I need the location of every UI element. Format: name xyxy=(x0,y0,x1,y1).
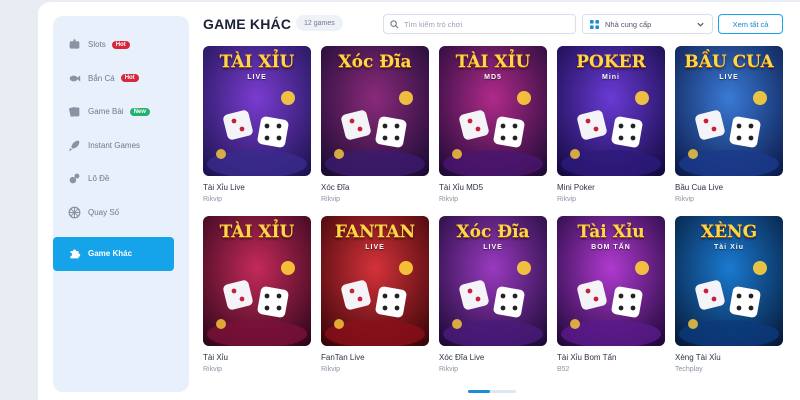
new-badge: New xyxy=(129,107,150,116)
game-logo-subtext: MD5 xyxy=(484,74,502,81)
game-logo-text: TÀI XỈU xyxy=(219,222,295,242)
game-provider: Rikvip xyxy=(203,196,223,203)
game-thumbnail[interactable]: Xóc Đĩa LIVE xyxy=(439,216,547,346)
game-title[interactable]: Tài Xỉu MD5 xyxy=(439,183,547,192)
game-provider: B52 xyxy=(557,366,570,373)
game-title[interactable]: Mini Poker xyxy=(557,183,665,192)
game-logo-subtext: LIVE xyxy=(719,74,739,81)
game-title[interactable]: Tài Xỉu xyxy=(203,353,311,362)
game-provider: Rikvip xyxy=(203,366,223,373)
sidebar-item-label: Game Khác xyxy=(88,249,133,259)
game-thumbnail[interactable]: XÈNG Tài Xỉu xyxy=(675,216,783,346)
sidebar-item-label: Instant Games xyxy=(88,140,141,150)
game-logo-subtext: BOM TẤN xyxy=(591,244,631,251)
game-title[interactable]: Tài Xỉu Live xyxy=(203,183,311,192)
game-count-badge: 12 games xyxy=(296,15,343,31)
category-sidebar: Slots Hot Bắn Cá Hot Game Bài New Instan… xyxy=(53,16,189,392)
slot-machine-icon xyxy=(66,37,82,53)
sidebar-item-game-bai[interactable]: Game Bài New xyxy=(53,95,189,129)
sidebar-item-lo-de[interactable]: Lô Đề xyxy=(53,162,189,196)
game-title[interactable]: Xèng Tài Xỉu xyxy=(675,353,783,362)
search-icon xyxy=(390,19,399,28)
game-title[interactable]: Xóc Đĩa Live xyxy=(439,353,547,362)
game-card[interactable]: BẦU CUA LIVE Bầu Cua Live Rikvip xyxy=(675,46,783,203)
sidebar-item-quay-so[interactable]: Quay Số xyxy=(53,196,189,230)
game-logo-text: BẦU CUA xyxy=(684,52,774,72)
sidebar-item-label: Game Bài xyxy=(88,107,124,117)
puzzle-icon xyxy=(66,246,82,262)
search-input[interactable] xyxy=(404,19,574,29)
game-provider: Rikvip xyxy=(675,196,695,203)
game-provider: Techplay xyxy=(675,366,703,373)
game-card[interactable]: POKER Mini Mini Poker Rikvip xyxy=(557,46,665,203)
game-card[interactable]: TÀI XỈU LIVE Tài Xỉu Live Rikvip xyxy=(203,46,311,203)
sidebar-item-slots[interactable]: Slots Hot xyxy=(53,28,189,62)
game-card[interactable]: TÀI XỈU MD5 Tài Xỉu MD5 Rikvip xyxy=(439,46,547,203)
game-title[interactable]: FanTan Live xyxy=(321,353,429,362)
game-logo-text: TÀI XỈU xyxy=(219,52,295,72)
game-card[interactable]: Xóc Đĩa Xóc Đĩa Rikvip xyxy=(321,46,429,203)
game-logo-text: FANTAN xyxy=(334,222,416,242)
fish-icon xyxy=(66,70,82,86)
game-card[interactable]: FANTAN LIVE FanTan Live Rikvip xyxy=(321,216,429,373)
game-logo-subtext: LIVE xyxy=(247,74,267,81)
wheel-icon xyxy=(66,204,82,220)
game-thumbnail[interactable]: POKER Mini xyxy=(557,46,665,176)
game-card[interactable]: Xóc Đĩa LIVE Xóc Đĩa Live Rikvip xyxy=(439,216,547,373)
game-provider: Rikvip xyxy=(557,196,577,203)
game-logo-text: Xóc Đĩa xyxy=(338,52,412,72)
game-provider: Rikvip xyxy=(439,366,459,373)
game-thumbnail[interactable]: FANTAN LIVE xyxy=(321,216,429,346)
game-title[interactable]: Bầu Cua Live xyxy=(675,183,783,192)
game-logo-subtext: Tài Xỉu xyxy=(714,244,744,251)
game-thumbnail[interactable]: BẦU CUA LIVE xyxy=(675,46,783,176)
game-thumbnail[interactable]: TÀI XỈU xyxy=(203,216,311,346)
game-title[interactable]: Tài Xỉu Bom Tấn xyxy=(557,353,665,362)
game-provider: Rikvip xyxy=(321,196,341,203)
pagination-current xyxy=(468,390,490,393)
sidebar-item-label: Slots xyxy=(88,40,106,50)
game-logo-text: Xóc Đĩa xyxy=(456,222,530,242)
game-thumbnail[interactable]: Xóc Đĩa xyxy=(321,46,429,176)
game-logo-text: XÈNG xyxy=(700,222,758,242)
sidebar-item-label: Bắn Cá xyxy=(88,73,115,83)
game-logo-text: POKER xyxy=(576,52,646,72)
game-provider: Rikvip xyxy=(439,196,459,203)
pagination-indicator[interactable] xyxy=(468,390,516,393)
page-title: GAME KHÁC xyxy=(203,16,292,32)
provider-select-label: Nhà cung cấp xyxy=(605,19,652,29)
game-logo-subtext: Mini xyxy=(602,74,620,81)
hot-badge: Hot xyxy=(111,40,130,49)
game-card[interactable]: TÀI XỈU Tài Xỉu Rikvip xyxy=(203,216,311,373)
search-box[interactable] xyxy=(383,14,576,34)
game-logo-subtext: LIVE xyxy=(365,244,385,251)
see-all-button[interactable]: Xem tất cả xyxy=(718,14,783,34)
sidebar-item-instant-games[interactable]: Instant Games xyxy=(53,129,189,163)
game-title[interactable]: Xóc Đĩa xyxy=(321,183,429,192)
game-logo-text: Tài Xỉu xyxy=(577,222,645,242)
game-logo-text: TÀI XỈU xyxy=(455,52,531,72)
game-card[interactable]: XÈNG Tài Xỉu Xèng Tài Xỉu Techplay xyxy=(675,216,783,373)
chevron-down-icon xyxy=(697,22,704,27)
game-provider: Rikvip xyxy=(321,366,341,373)
sidebar-item-label: Lô Đề xyxy=(88,174,110,184)
game-logo-subtext: LIVE xyxy=(483,244,503,251)
game-thumbnail[interactable]: TÀI XỈU MD5 xyxy=(439,46,547,176)
game-thumbnail[interactable]: Tài Xỉu BOM TẤN xyxy=(557,216,665,346)
game-card[interactable]: Tài Xỉu BOM TẤN Tài Xỉu Bom Tấn B52 xyxy=(557,216,665,373)
cards-icon xyxy=(66,104,82,120)
sidebar-item-label: Quay Số xyxy=(88,207,120,217)
sidebar-item-ban-ca[interactable]: Bắn Cá Hot xyxy=(53,62,189,96)
grid-icon xyxy=(590,19,599,29)
rocket-icon xyxy=(66,137,82,153)
hot-badge: Hot xyxy=(120,74,139,83)
game-thumbnail[interactable]: TÀI XỈU LIVE xyxy=(203,46,311,176)
provider-select[interactable]: Nhà cung cấp xyxy=(582,14,713,34)
sidebar-item-game-khac[interactable]: Game Khác xyxy=(53,237,174,271)
lottery-balls-icon xyxy=(66,171,82,187)
